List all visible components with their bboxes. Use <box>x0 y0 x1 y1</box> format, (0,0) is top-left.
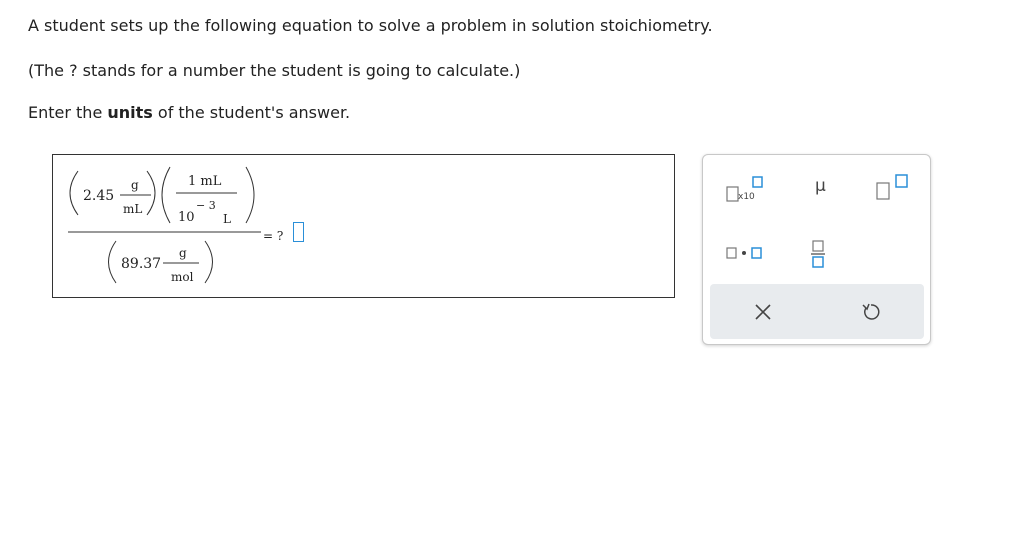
term2-den-base: 10 <box>178 210 195 225</box>
mu-symbol-icon: μ <box>815 176 826 196</box>
paren-2-right <box>245 166 255 224</box>
term3-value: 89.37 <box>121 256 161 272</box>
clear-x-icon <box>755 304 771 320</box>
clear-button[interactable] <box>752 301 774 323</box>
superscript-template-button[interactable] <box>875 173 915 201</box>
instruction-suffix: of the student's answer. <box>152 103 351 122</box>
equals-question: = ? <box>263 229 283 243</box>
question-line-1: A student sets up the following equation… <box>28 16 713 35</box>
paren-3-left <box>108 240 117 284</box>
paren-2-left <box>161 166 171 224</box>
sci-label: x10 <box>738 192 755 202</box>
undo-icon <box>862 303 880 320</box>
term2-num: 1 mL <box>188 174 222 189</box>
paren-3-right <box>204 240 213 284</box>
question-line-3: Enter the units of the student's answer. <box>28 103 350 122</box>
equation-box: 2.45 g mL 1 mL 10 − 3 L 89.37 g mol = ? <box>52 154 675 298</box>
fraction-button[interactable] <box>808 239 828 269</box>
palette-action-bar <box>710 284 924 339</box>
term3-den-unit: mol <box>171 270 194 284</box>
term1-den-unit: mL <box>123 202 142 216</box>
paren-1-left <box>69 170 79 216</box>
term2-den-unit: L <box>223 212 231 226</box>
instruction-prefix: Enter the <box>28 103 108 122</box>
mu-symbol-button[interactable]: μ <box>815 176 826 196</box>
term3-num-unit: g <box>179 246 187 260</box>
multiply-dot-icon <box>726 247 762 259</box>
superscript-template-icon <box>876 174 908 200</box>
equation-svg: 2.45 g mL 1 mL 10 − 3 L 89.37 g mol = ? <box>68 166 283 284</box>
math-palette: x10 μ <box>702 154 931 345</box>
undo-button[interactable] <box>860 301 882 323</box>
superscript-button[interactable]: x10 <box>723 175 771 203</box>
question-line-2: (The ? stands for a number the student i… <box>28 61 521 80</box>
fraction-icon <box>811 240 825 268</box>
instruction-bold: units <box>107 103 153 122</box>
multiply-dot-button[interactable] <box>723 243 771 263</box>
term1-num-unit: g <box>131 178 139 192</box>
answer-input[interactable] <box>293 222 304 242</box>
paren-1-right <box>146 170 156 216</box>
superscript-icon: x10 <box>726 176 763 202</box>
term2-den-exp: − 3 <box>196 199 216 212</box>
term1-value: 2.45 <box>83 188 114 204</box>
